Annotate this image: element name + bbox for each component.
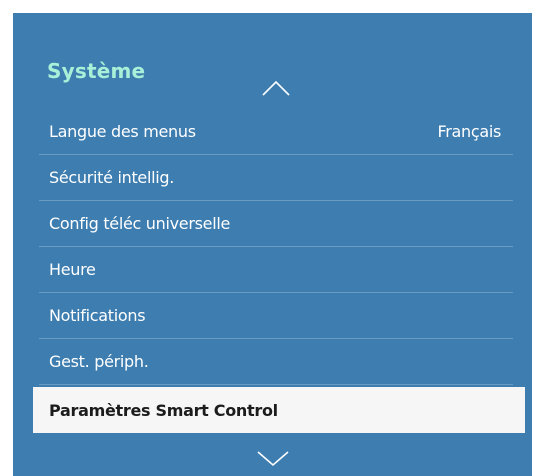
settings-menu-panel: Système Langue des menus Français Sécuri… (13, 13, 532, 476)
menu-item-parametres-smart-control[interactable]: Paramètres Smart Control (33, 387, 525, 433)
chevron-up-icon[interactable] (261, 79, 291, 97)
menu-item-label: Sécurité intellig. (49, 168, 175, 187)
menu-item-value: Français (437, 122, 501, 141)
settings-menu-list: Langue des menus Français Sécurité intel… (33, 109, 525, 433)
menu-item-label: Notifications (49, 306, 146, 325)
chevron-down-icon[interactable] (256, 449, 290, 467)
menu-item-notifications[interactable]: Notifications (39, 293, 513, 339)
menu-item-gest-periph[interactable]: Gest. périph. (39, 339, 513, 385)
menu-item-label: Gest. périph. (49, 352, 149, 371)
menu-item-securite-intellig[interactable]: Sécurité intellig. (39, 155, 513, 201)
menu-item-heure[interactable]: Heure (39, 247, 513, 293)
menu-title: Système (47, 59, 146, 83)
menu-item-label: Config téléc universelle (49, 214, 231, 233)
menu-item-label: Paramètres Smart Control (49, 400, 278, 420)
menu-item-config-telec-universelle[interactable]: Config téléc universelle (39, 201, 513, 247)
menu-item-langue-des-menus[interactable]: Langue des menus Français (39, 109, 513, 155)
menu-item-label: Heure (49, 260, 96, 279)
menu-item-label: Langue des menus (49, 122, 196, 141)
